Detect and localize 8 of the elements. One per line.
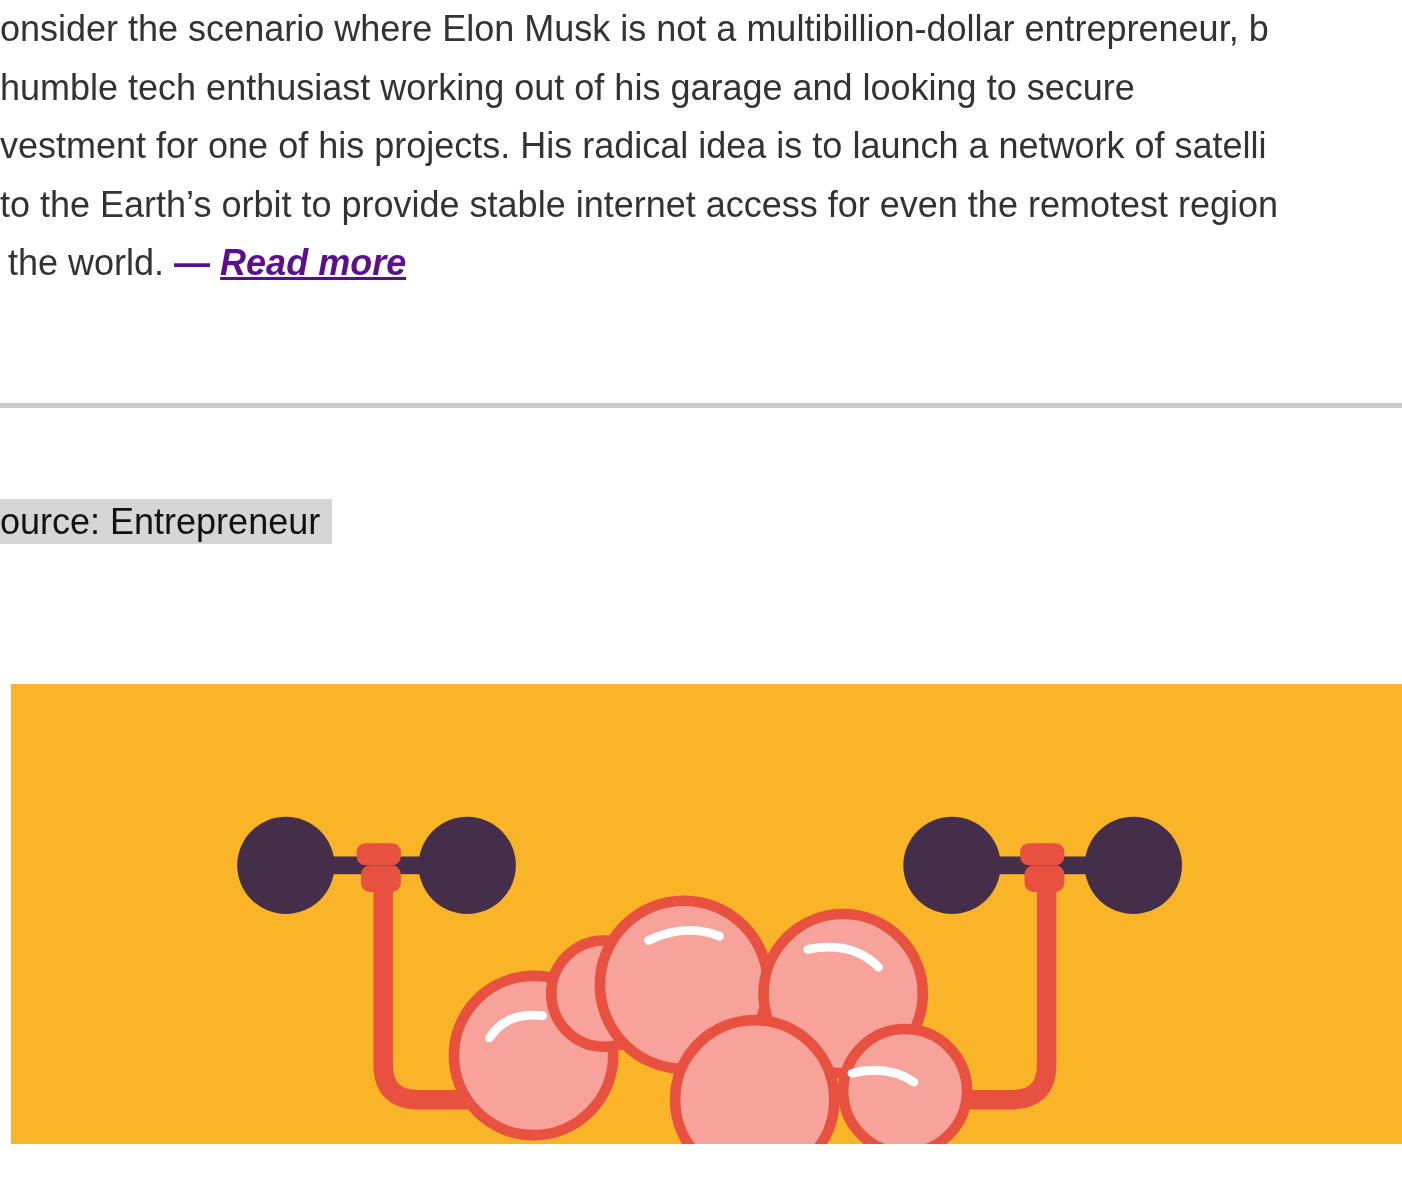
dash: —: [174, 242, 212, 283]
article-text: humble tech enthusiast working out of his garage and looking to secure: [0, 65, 1135, 110]
source-label: ource: Entrepreneur: [0, 498, 333, 544]
article-text: to the Earth’s orbit to provide stable internet access for even the remotest region: [0, 182, 1279, 227]
article-text: the world.: [8, 242, 166, 283]
article-text: onsider the scenario where Elon Musk is not a multibillion-dollar entrepreneur, b: [0, 7, 1269, 51]
read-more-link[interactable]: Read more: [220, 242, 407, 283]
article-text: vestment for one of his projects. His radical idea is to launch a network of satelli: [0, 124, 1267, 168]
